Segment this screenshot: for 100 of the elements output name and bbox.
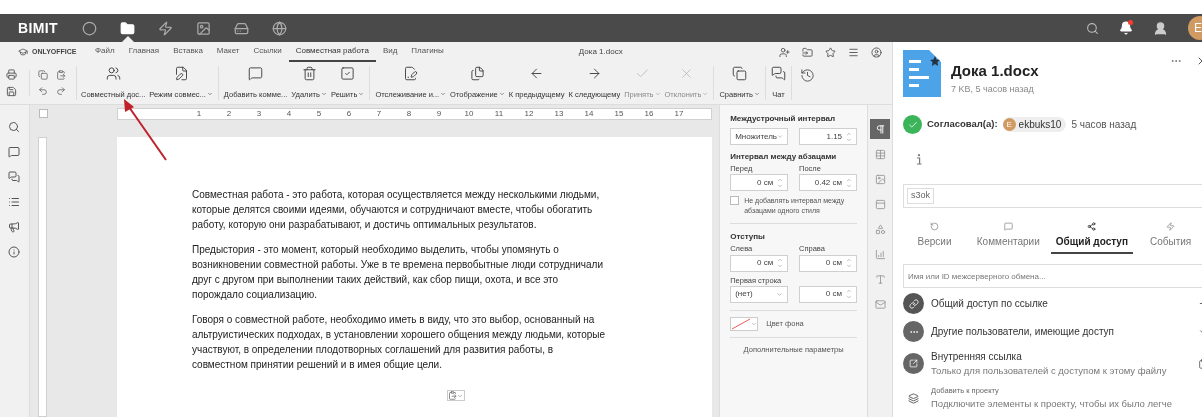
left-indent-field[interactable]: 0 см: [730, 254, 789, 272]
no-color-swatch-icon: [731, 317, 752, 330]
comment-icon[interactable]: [8, 146, 21, 158]
paste-icon: [447, 391, 457, 400]
menu-tab[interactable]: Совместная работа: [288, 42, 376, 62]
lightning-icon: [1166, 222, 1176, 231]
share-option-description: Только для пользователей с доступом к этому файлу: [931, 364, 1168, 378]
spacing-value-field[interactable]: 1.15: [799, 128, 858, 145]
rotate-icon: [930, 222, 939, 231]
info-icon[interactable]: [8, 246, 21, 258]
menu-tab[interactable]: Плагины: [404, 42, 451, 62]
menu-tab[interactable]: Макет: [209, 42, 247, 62]
spacing-mode-dropdown[interactable]: Множитель: [730, 128, 789, 145]
files-icon: [469, 66, 485, 81]
ruler-number: 9: [435, 108, 443, 119]
color-picker[interactable]: [730, 316, 759, 331]
share-option-description: Подключите элементы к проекту, чтобы их было легче: [931, 396, 1173, 411]
user-avatar: E: [1002, 118, 1016, 131]
after-field[interactable]: 0.42 см: [799, 174, 858, 192]
copy-icon[interactable]: [38, 70, 48, 80]
checkbox[interactable]: [730, 196, 740, 206]
ruler-number: 7: [375, 108, 383, 119]
ruler-number: 10: [463, 108, 475, 119]
pilcrow-icon[interactable]: [870, 119, 890, 139]
user-chip[interactable]: E ekbuks10: [1002, 117, 1067, 132]
section-title: Отступы: [730, 231, 766, 244]
star-icon[interactable]: [825, 46, 836, 58]
approved-check-icon: [903, 115, 922, 134]
user-icon[interactable]: [1153, 20, 1168, 36]
ruler-number: 16: [643, 108, 655, 119]
share-option-title[interactable]: Общий доступ по ссылке: [931, 296, 1191, 311]
lightning-icon[interactable]: [158, 20, 174, 36]
paste-icon[interactable]: [56, 70, 66, 80]
menu-tab[interactable]: Вид: [375, 42, 405, 62]
ruler-number: 3: [255, 108, 263, 119]
add-user-icon[interactable]: [779, 46, 790, 58]
panel-tab[interactable]: Комментарии: [965, 222, 1051, 254]
folder-icon[interactable]: [120, 20, 136, 36]
menu-tab[interactable]: Ссылки: [246, 42, 289, 62]
tag[interactable]: s3ok: [907, 188, 934, 204]
panel-tab[interactable]: Общий доступ: [1050, 222, 1134, 254]
user-circle-icon[interactable]: [871, 46, 882, 58]
list-icon[interactable]: [8, 196, 21, 208]
circle-icon[interactable]: [82, 20, 98, 36]
history-icon[interactable]: [799, 68, 815, 83]
tab-stop-selector[interactable]: [38, 109, 48, 118]
section-title: Междустрочный интервал: [730, 113, 836, 125]
external-link-icon: [903, 353, 924, 375]
chat-icon[interactable]: [8, 171, 21, 183]
menu-tab[interactable]: Вставка: [166, 42, 210, 62]
arrow-annotation: [122, 99, 168, 161]
menu-tab[interactable]: Файл: [88, 42, 122, 62]
approval-label: Согласовал(а):: [927, 117, 998, 132]
before-field[interactable]: 0 см: [730, 174, 789, 192]
right-arrow-icon: [586, 66, 602, 81]
ruler-number: 12: [523, 108, 535, 119]
document-paragraph: Совместная работа - это работа, которая осуществляется между несколькими людьми, которые делятся своими идеями, обучаются и сотрудничают вместе, чтобы обогатить работу, которую они разрабатывают, и достичь оптимальных результатов.: [191, 188, 601, 232]
file-meta: 7 KB, 5 часов назад: [951, 82, 1035, 96]
image-icon[interactable]: [196, 20, 212, 36]
bell-icon[interactable]: [1119, 21, 1133, 35]
ruler-number: 15: [613, 108, 625, 119]
panel-tab[interactable]: События: [1133, 222, 1202, 254]
share-option-title[interactable]: Внутренняя ссылка: [931, 349, 1191, 364]
ruler-number: 1: [195, 108, 203, 119]
megaphone-icon[interactable]: [8, 221, 21, 233]
chat-icon: [770, 66, 786, 81]
search-icon[interactable]: [1086, 21, 1099, 35]
document-icon: [903, 50, 941, 97]
ruler-number: 8: [405, 108, 413, 119]
right-indent-field[interactable]: 0 см: [799, 254, 858, 272]
ruler-number: 2: [225, 108, 233, 119]
undo-icon[interactable]: [38, 86, 48, 96]
share-search-field[interactable]: Имя или ID межсерверного обмена...: [903, 264, 1202, 288]
redo-icon[interactable]: [56, 86, 66, 96]
pen-document-icon: [173, 66, 189, 81]
panel-tab[interactable]: Версии: [903, 222, 966, 254]
drive-icon[interactable]: [234, 20, 250, 36]
paste-options-button[interactable]: [446, 390, 465, 401]
share-option-title[interactable]: Другие пользователи, имеющие доступ: [931, 324, 1191, 339]
search-icon[interactable]: [8, 121, 21, 133]
menu-icon[interactable]: [848, 46, 859, 58]
info-icon[interactable]: [916, 154, 922, 165]
section-title: Интервал между абзацами: [730, 151, 838, 163]
ruler-number: 6: [345, 108, 353, 119]
approval-time: 5 часов назад: [1071, 118, 1137, 132]
file-name: Дока 1.docx: [951, 61, 1039, 81]
document-paragraph: Предыстория - это момент, который необходимо выделить, чтобы упомянуть о возникновении совместной работы. Уже в те времена первобытные люди сотрудничали друг с другом при выполнении таких действий, как сбор пищи, охота, и все это порождало социализацию.: [191, 243, 604, 302]
copy-icon: [732, 66, 748, 81]
globe-icon[interactable]: [272, 20, 288, 36]
save-icon[interactable]: [6, 86, 17, 97]
app-logo[interactable]: BIMIT: [18, 17, 58, 39]
tags-field[interactable]: s3ok: [903, 184, 1202, 208]
first-line-field[interactable]: 0 см: [799, 285, 858, 303]
ruler-number: 13: [553, 108, 565, 119]
link-icon: [903, 293, 924, 314]
menu-tab[interactable]: Главная: [121, 42, 167, 62]
first-line-dropdown[interactable]: (нет): [730, 285, 789, 303]
print-icon[interactable]: [6, 69, 17, 80]
ruler-number: 4: [285, 108, 293, 119]
ruler-number: 11: [493, 108, 505, 119]
